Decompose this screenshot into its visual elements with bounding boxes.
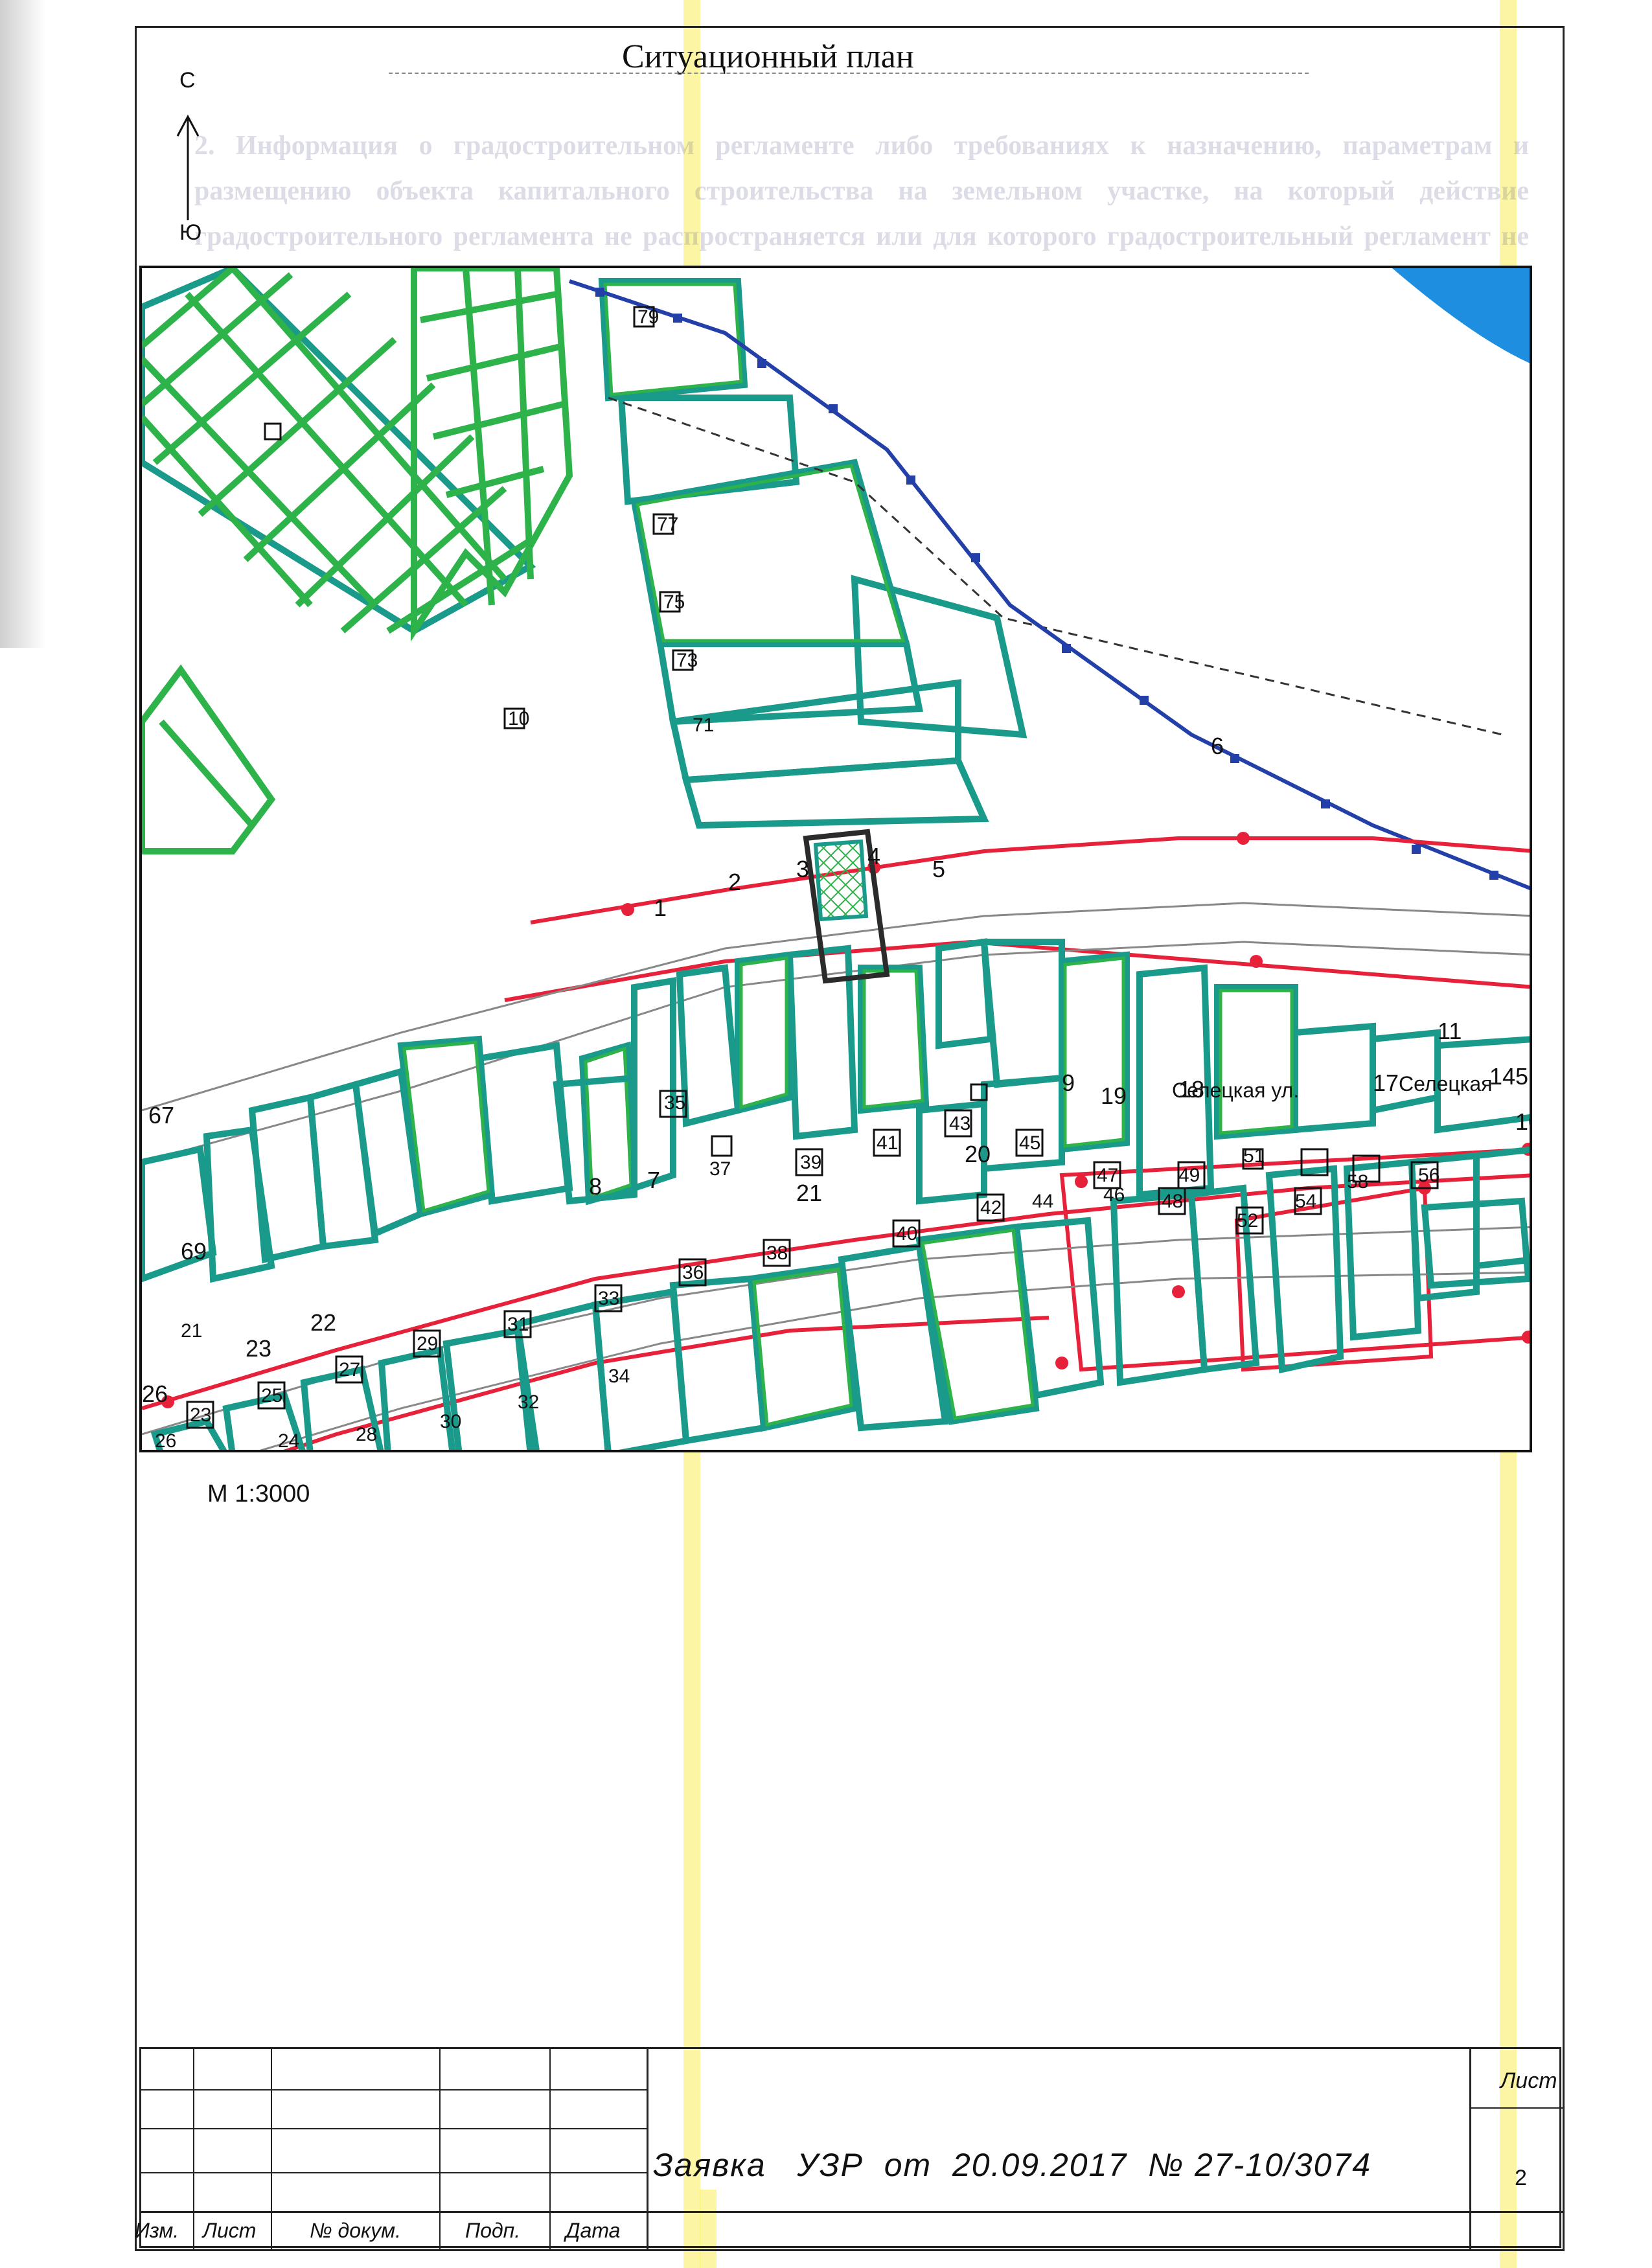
scan-shadow bbox=[0, 0, 45, 648]
south-label: Ю bbox=[179, 220, 202, 245]
point-number-label: 5 bbox=[932, 856, 945, 882]
parcel-number-label: 49 bbox=[1178, 1165, 1200, 1186]
power-line-ticks bbox=[595, 288, 1498, 880]
title-block-label: Подп. bbox=[465, 2219, 521, 2242]
point-number-label: 1 bbox=[654, 895, 667, 921]
parcel-number-label: 77 bbox=[657, 514, 678, 535]
parcel-number-label: 31 bbox=[507, 1314, 529, 1335]
point-number-label: 8 bbox=[589, 1173, 602, 1200]
parcel-number-label: 40 bbox=[896, 1223, 917, 1244]
parcel-number-label: 10 bbox=[508, 708, 529, 729]
parcel-number-label: 48 bbox=[1162, 1191, 1183, 1212]
parcel-number-label: 71 bbox=[693, 715, 714, 736]
parcel-number-label: 56 bbox=[1418, 1165, 1440, 1186]
parcel-number-label: 25 bbox=[261, 1385, 282, 1406]
point-number-label: 17 bbox=[1373, 1070, 1399, 1096]
parcel-number-label: 58 bbox=[1347, 1171, 1368, 1193]
sheet-label: Лист bbox=[1500, 2068, 1557, 2093]
parcel-number-label: 28 bbox=[356, 1424, 377, 1445]
point-number-label: 23 bbox=[246, 1335, 271, 1362]
point-number-label: 19 bbox=[1101, 1082, 1127, 1109]
parcel-number-label: 79 bbox=[637, 306, 659, 328]
parcel-number-label: 47 bbox=[1097, 1165, 1118, 1186]
point-number-label: 3 bbox=[796, 856, 809, 882]
parcel-number-label: 30 bbox=[440, 1411, 461, 1432]
parcel-number-label: 27 bbox=[339, 1359, 360, 1380]
title-block-label: Дата bbox=[566, 2219, 621, 2242]
parcel-number-label: 37 bbox=[709, 1158, 731, 1180]
title-block-label: Изм. bbox=[135, 2219, 179, 2242]
title-block-label: Лист bbox=[203, 2219, 257, 2242]
page-title: Ситуационный план bbox=[622, 38, 914, 75]
situation-map[interactable]: 79 77 75 73 71 10 35 37 39 41 43 45 47 4… bbox=[139, 266, 1532, 1452]
point-number-label: 26 bbox=[142, 1380, 168, 1407]
point-number-label: 22 bbox=[310, 1309, 336, 1336]
parcel-number-label: 75 bbox=[663, 591, 685, 613]
street-label: Селецкая bbox=[1399, 1072, 1492, 1095]
parcel-number-label: 34 bbox=[608, 1366, 630, 1387]
parcel-number-label: 39 bbox=[800, 1152, 821, 1173]
parcel-number-label: 73 bbox=[676, 650, 698, 671]
upper-plots bbox=[598, 278, 1027, 829]
parcel-number-label: 54 bbox=[1295, 1191, 1316, 1212]
parcel-number-label: 42 bbox=[980, 1197, 1002, 1219]
point-number-label: 7 bbox=[647, 1167, 660, 1193]
parcel-number-label: 52 bbox=[1237, 1210, 1258, 1231]
title-block: Изм. Лист № докум. Подп. Дата Заявка УЗР… bbox=[135, 2047, 1563, 2250]
parcel-number-label: 41 bbox=[877, 1132, 898, 1154]
point-number-label: 21 bbox=[796, 1180, 822, 1206]
dashed-boundary bbox=[608, 396, 1503, 736]
map-canvas: 79 77 75 73 71 10 35 37 39 41 43 45 47 4… bbox=[142, 268, 1532, 1452]
parcel-number-label: 51 bbox=[1243, 1145, 1265, 1167]
parcel-number-label: 36 bbox=[682, 1262, 704, 1283]
sheet-number: 2 bbox=[1515, 2166, 1527, 2190]
parcel-number-label: 26 bbox=[155, 1430, 176, 1452]
street-label: Селецкая ул. bbox=[1172, 1079, 1299, 1102]
parcel-number-label: 44 bbox=[1032, 1191, 1053, 1212]
scale-label: М 1:3000 bbox=[207, 1480, 310, 1507]
parcel-number-label: 35 bbox=[664, 1092, 685, 1114]
point-number-label: 4 bbox=[867, 843, 880, 869]
point-number-label: 6 bbox=[1211, 733, 1224, 759]
parcel-number-label: 23 bbox=[190, 1404, 211, 1426]
parcel-number-label: 29 bbox=[417, 1333, 438, 1355]
point-number-label: 10 bbox=[1515, 1108, 1532, 1135]
point-number-label: 11 bbox=[1438, 1018, 1462, 1044]
parcel-number-label: 21 bbox=[181, 1320, 202, 1342]
point-number-label: 145 bbox=[1489, 1063, 1528, 1090]
point-number-label: 67 bbox=[148, 1102, 174, 1128]
parcel-number-label: 33 bbox=[598, 1288, 619, 1309]
parcel-number-label: 45 bbox=[1019, 1132, 1040, 1154]
water-body bbox=[1392, 268, 1530, 363]
parcel-number-label: 43 bbox=[949, 1113, 970, 1134]
point-number-label: 20 bbox=[965, 1141, 991, 1167]
parcel-number-label: 38 bbox=[766, 1243, 788, 1264]
parcel-number-label: 32 bbox=[518, 1392, 539, 1413]
point-number-label: 2 bbox=[728, 869, 741, 895]
title-underline bbox=[389, 73, 1309, 74]
power-line bbox=[569, 279, 1530, 891]
title-block-label: № докум. bbox=[310, 2219, 401, 2242]
title-block-main-text: Заявка УЗР от 20.09.2017 № 27-10/3074 bbox=[653, 2147, 1372, 2183]
parcel-number-label: 24 bbox=[278, 1430, 299, 1452]
north-label: С bbox=[179, 68, 196, 93]
lower-right-parcels bbox=[1110, 1146, 1530, 1386]
point-number-label: 69 bbox=[181, 1238, 207, 1265]
point-number-label: 9 bbox=[1062, 1070, 1075, 1096]
parcel-number-label: 46 bbox=[1103, 1184, 1125, 1206]
